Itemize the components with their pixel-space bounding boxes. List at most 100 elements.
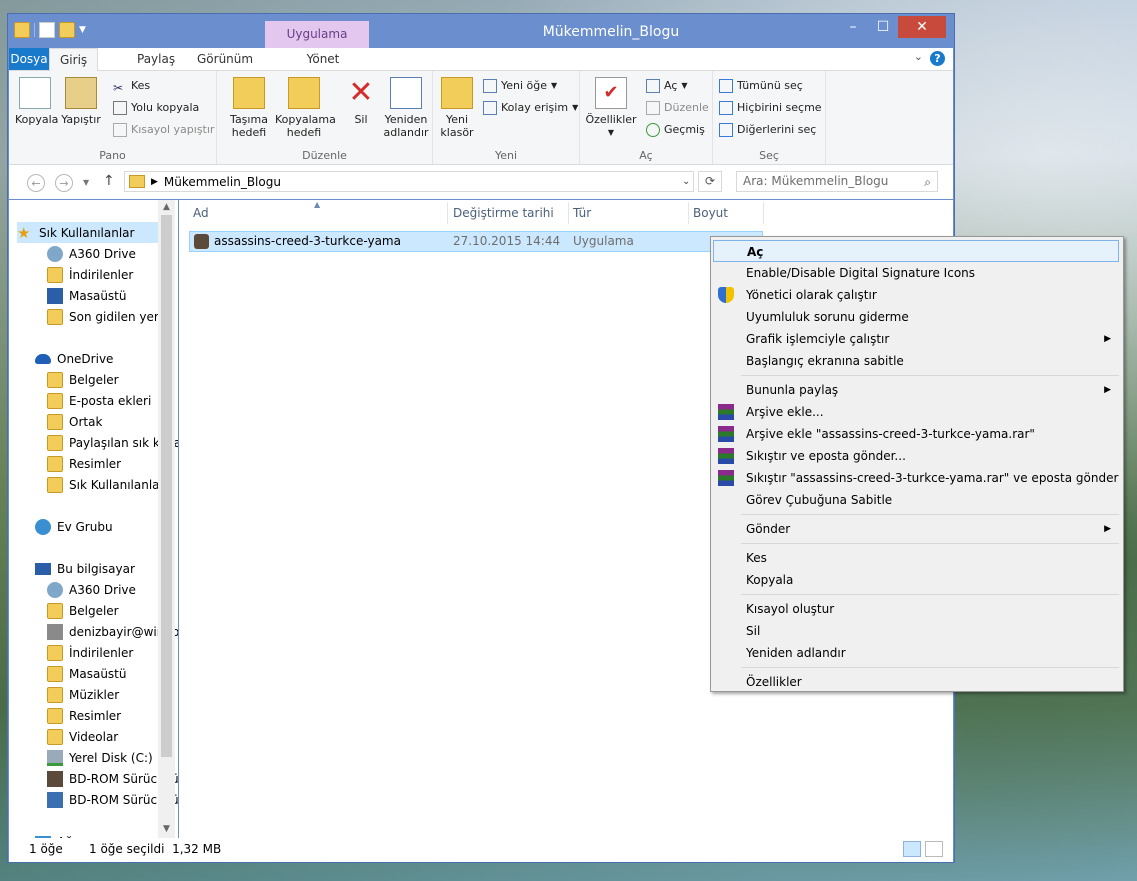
nav-onedrive[interactable]: OneDrive	[35, 348, 113, 369]
search-input[interactable]: Ara: Mükemmelin_Blogu ⌕	[736, 171, 938, 192]
menu-item-run-as-admin[interactable]: Yönetici olarak çalıştır	[713, 284, 1119, 306]
menu-item-run-with-gpu[interactable]: Grafik işlemciyle çalıştır ▶	[713, 328, 1119, 350]
nav-favorites[interactable]: ★ Sık Kullanılanlar	[17, 222, 158, 243]
menu-item-properties[interactable]: Özellikler	[713, 671, 1119, 693]
column-header-size[interactable]: Boyut	[693, 206, 728, 220]
edit-button[interactable]: Düzenle	[646, 99, 709, 117]
select-none-button[interactable]: Hiçbirini seçme	[719, 99, 822, 117]
close-button[interactable]: ✕	[898, 16, 946, 38]
menu-item-compress-email[interactable]: Sıkıştır ve eposta gönder...	[713, 445, 1119, 467]
nav-onedrive-item[interactable]: Ortak	[47, 411, 102, 432]
copy-to-button[interactable]: Kopyalama hedefi	[275, 77, 336, 139]
nav-pc-item[interactable]: Müzikler	[47, 684, 119, 705]
maximize-button[interactable]: ☐	[868, 16, 898, 38]
nav-fav-desktop[interactable]: Masaüstü	[47, 285, 126, 306]
nav-network[interactable]: Ağ	[35, 831, 73, 838]
copy-button[interactable]: Kopyala	[15, 77, 58, 126]
select-all-button[interactable]: Tümünü seç	[719, 77, 803, 95]
column-header-type[interactable]: Tür	[573, 206, 591, 220]
menu-item-send-to[interactable]: Gönder ▶	[713, 518, 1119, 540]
nav-label: Yerel Disk (C:)	[69, 750, 153, 765]
easy-access-button[interactable]: Kolay erişim ▼	[483, 99, 578, 117]
paste-button[interactable]: Yapıştır	[61, 77, 101, 126]
column-header-name[interactable]: Ad	[193, 206, 209, 220]
nav-pc-item[interactable]: Yerel Disk (C:)	[47, 747, 153, 768]
nav-this-pc[interactable]: Bu bilgisayar	[35, 558, 135, 579]
scroll-down-icon[interactable]: ▼	[158, 824, 175, 834]
back-button[interactable]: ←	[27, 174, 45, 192]
paste-shortcut-button[interactable]: Kısayol yapıştır	[113, 121, 214, 139]
menu-item-share-with[interactable]: Bununla paylaş ▶	[713, 379, 1119, 401]
menu-item-pin-start[interactable]: Başlangıç ekranına sabitle	[713, 350, 1119, 372]
large-icons-view-button[interactable]	[925, 841, 943, 857]
column-divider[interactable]	[688, 202, 689, 224]
rename-button[interactable]: Yeniden adlandır	[383, 77, 429, 139]
column-divider[interactable]	[763, 202, 764, 224]
nav-scrollbar-thumb[interactable]	[161, 215, 172, 757]
menu-label: Sıkıştır ve eposta gönder...	[746, 449, 906, 463]
nav-homegroup[interactable]: Ev Grubu	[35, 516, 113, 537]
new-folder-button[interactable]: Yeni klasör	[439, 77, 475, 139]
menu-item-pin-taskbar[interactable]: Görev Çubuğuna Sabitle	[713, 489, 1119, 511]
nav-onedrive-item[interactable]: Belgeler	[47, 369, 119, 390]
column-divider[interactable]	[447, 202, 448, 224]
help-icon[interactable]: ?	[930, 51, 945, 66]
properties-button[interactable]: ✔ Özellikler ▼	[584, 77, 638, 139]
recent-locations-icon[interactable]: ▼	[83, 178, 89, 187]
nav-fav-a360[interactable]: A360 Drive	[47, 243, 136, 264]
invert-selection-button[interactable]: Diğerlerini seç	[719, 121, 816, 139]
nav-label: Müzikler	[69, 687, 120, 702]
tab-manage[interactable]: Yönet	[271, 48, 375, 70]
tab-share[interactable]: Paylaş	[127, 48, 185, 70]
scroll-up-icon[interactable]: ▲	[158, 202, 175, 212]
nav-fav-recent[interactable]: Son gidilen yerler	[47, 306, 175, 327]
open-button[interactable]: Aç ▼	[646, 77, 688, 95]
menu-item-rename[interactable]: Yeniden adlandır	[713, 642, 1119, 664]
nav-pc-item[interactable]: Belgeler	[47, 600, 119, 621]
column-header-date[interactable]: Değiştirme tarihi	[453, 206, 554, 220]
minimize-button[interactable]: –	[838, 16, 868, 38]
breadcrumb-chevron-icon[interactable]: ▶	[151, 177, 158, 187]
title-bar[interactable]: ▼ Uygulama Araçları Mükemmelin_Blogu – ☐…	[8, 14, 954, 68]
menu-item-delete[interactable]: Sil	[713, 620, 1119, 642]
chevron-down-icon[interactable]: ⌄	[914, 50, 923, 63]
menu-item-copy[interactable]: Kopyala	[713, 569, 1119, 591]
delete-button[interactable]: ✕ Sil	[341, 77, 381, 127]
details-view-button[interactable]	[903, 841, 921, 857]
tab-home[interactable]: Giriş	[49, 48, 99, 71]
nav-onedrive-item[interactable]: Resimler	[47, 453, 121, 474]
address-dropdown-icon[interactable]: ⌄	[682, 176, 690, 187]
context-menu: Aç Enable/Disable Digital Signature Icon…	[710, 236, 1124, 692]
nav-onedrive-item[interactable]: Sık Kullanılanlar	[47, 474, 164, 495]
tab-view[interactable]: Görünüm	[187, 48, 263, 70]
menu-item-compress-rar-email[interactable]: Sıkıştır "assassins-creed-3-turkce-yama.…	[713, 467, 1119, 489]
new-item-button[interactable]: Yeni öğe ▼	[483, 77, 557, 95]
tab-file[interactable]: Dosya	[9, 48, 49, 70]
menu-item-cut[interactable]: Kes	[713, 547, 1119, 569]
nav-pc-item[interactable]: Masaüstü	[47, 663, 126, 684]
nav-pc-item[interactable]: İndirilenler	[47, 642, 133, 663]
forward-button[interactable]: →	[55, 174, 73, 192]
menu-item-open[interactable]: Aç	[713, 240, 1119, 262]
nav-fav-downloads[interactable]: İndirilenler	[47, 264, 133, 285]
menu-item-add-archive-rar[interactable]: Arşive ekle "assassins-creed-3-turkce-ya…	[713, 423, 1119, 445]
column-divider[interactable]	[568, 202, 569, 224]
nav-scrollbar[interactable]: ▲ ▼	[158, 200, 175, 838]
menu-item-troubleshoot[interactable]: Uyumluluk sorunu giderme	[713, 306, 1119, 328]
copy-path-button[interactable]: Yolu kopyala	[113, 99, 199, 117]
menu-item-signature-icons[interactable]: Enable/Disable Digital Signature Icons	[713, 262, 1119, 284]
nav-pc-item[interactable]: Videolar	[47, 726, 118, 747]
move-to-button[interactable]: Taşıma hedefi	[225, 77, 273, 139]
menu-item-create-shortcut[interactable]: Kısayol oluştur	[713, 598, 1119, 620]
breadcrumb[interactable]: Mükemmelin_Blogu	[164, 175, 281, 189]
nav-onedrive-item[interactable]: E-posta ekleri	[47, 390, 151, 411]
cut-button[interactable]: ✂ Kes	[113, 77, 150, 95]
address-input[interactable]: ▶ Mükemmelin_Blogu	[124, 171, 694, 192]
nav-pc-item[interactable]: Resimler	[47, 705, 121, 726]
history-button[interactable]: Geçmiş	[646, 121, 705, 139]
file-row[interactable]: assassins-creed-3-turkce-yama 27.10.2015…	[189, 231, 763, 252]
up-arrow-icon[interactable]: ↑	[103, 173, 115, 189]
nav-pc-item[interactable]: A360 Drive	[47, 579, 136, 600]
refresh-button[interactable]: ⟳	[698, 171, 722, 192]
menu-item-add-archive[interactable]: Arşive ekle...	[713, 401, 1119, 423]
